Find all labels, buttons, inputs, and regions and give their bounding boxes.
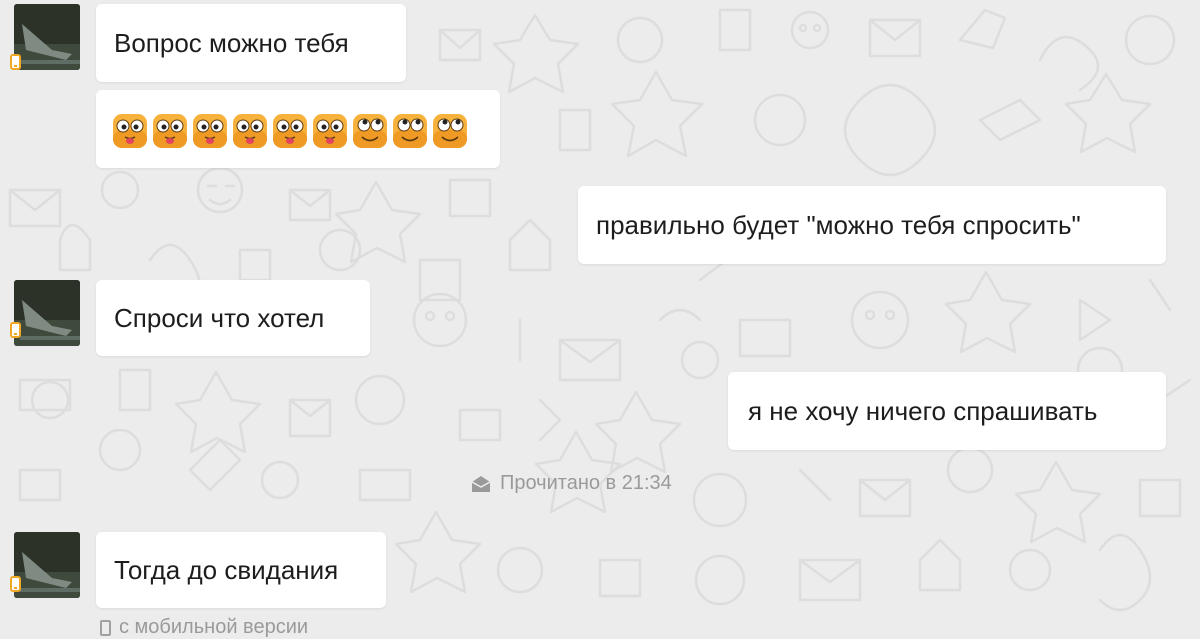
read-receipt-text: Прочитано в 21:34 xyxy=(500,472,672,494)
eyes-up-face-emoji xyxy=(393,114,427,148)
message-text: Вопрос можно тебя xyxy=(114,28,349,58)
avatar-image xyxy=(14,532,80,598)
message-bubble-incoming[interactable]: Вопрос можно тебя xyxy=(96,4,406,82)
message-bubble-outgoing[interactable]: правильно будет "можно тебя спросить" xyxy=(578,186,1166,264)
avatar[interactable] xyxy=(14,532,80,598)
avatar-image xyxy=(14,280,80,346)
eyes-up-face-emoji xyxy=(353,114,387,148)
tongue-face-emoji xyxy=(313,114,347,148)
envelope-open-icon xyxy=(471,475,491,492)
message-text: Спроси что хотел xyxy=(114,303,325,333)
mobile-badge-icon xyxy=(10,322,21,338)
message-bubble-incoming[interactable]: Спроси что хотел xyxy=(96,280,370,356)
tongue-face-emoji xyxy=(193,114,227,148)
message-text: правильно будет "можно тебя спросить" xyxy=(596,210,1081,240)
message-text: Тогда до свидания xyxy=(114,555,339,585)
mobile-badge-icon xyxy=(10,54,21,70)
message-bubble-outgoing[interactable]: я не хочу ничего спрашивать xyxy=(728,372,1166,450)
message-bubble-incoming[interactable]: Тогда до свидания xyxy=(96,532,386,608)
tongue-face-emoji xyxy=(233,114,267,148)
avatar-image xyxy=(14,4,80,70)
avatar[interactable] xyxy=(14,280,80,346)
message-bubble-emoji[interactable] xyxy=(96,90,500,168)
tongue-face-emoji xyxy=(273,114,307,148)
message-text: я не хочу ничего спрашивать xyxy=(748,396,1098,426)
avatar[interactable] xyxy=(14,4,80,70)
mobile-badge-icon xyxy=(10,576,21,592)
tongue-face-emoji xyxy=(113,114,147,148)
emoji-row xyxy=(112,112,468,150)
eyes-up-face-emoji xyxy=(433,114,467,148)
tongue-face-emoji xyxy=(153,114,187,148)
read-receipt: Прочитано в 21:34 xyxy=(470,472,672,495)
